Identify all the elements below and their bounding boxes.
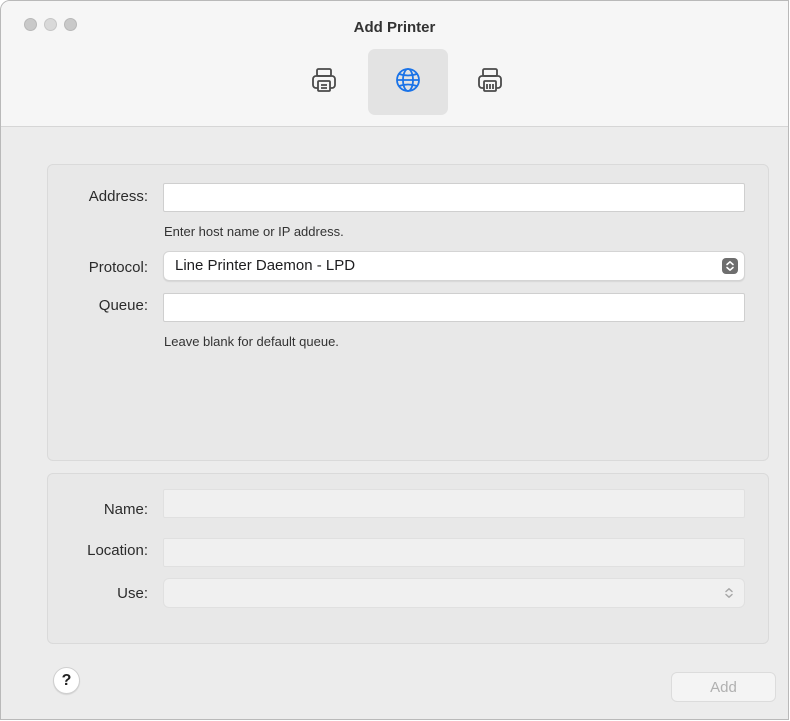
titlebar: Add Printer	[1, 1, 788, 127]
printer-icon	[309, 65, 339, 100]
protocol-select[interactable]: Line Printer Daemon - LPD	[163, 251, 745, 281]
location-input[interactable]	[163, 538, 745, 567]
address-hint: Enter host name or IP address.	[164, 224, 344, 239]
address-label: Address:	[88, 188, 148, 205]
queue-input[interactable]	[163, 293, 745, 322]
add-button[interactable]: Add	[671, 672, 776, 702]
printer-fax-icon	[475, 65, 505, 100]
toolbar-ip-printer-button[interactable]	[368, 49, 448, 115]
chevron-up-down-icon	[722, 258, 738, 274]
protocol-value: Line Printer Daemon - LPD	[175, 257, 356, 274]
queue-hint: Leave blank for default queue.	[164, 334, 339, 349]
queue-label: Queue:	[98, 297, 148, 314]
help-button[interactable]: ?	[53, 667, 80, 694]
use-select[interactable]	[163, 578, 745, 608]
window-title: Add Printer	[353, 19, 436, 36]
use-label: Use:	[117, 585, 148, 602]
location-label: Location:	[87, 542, 148, 559]
add-printer-window: Add Printer Address: Enter host name or …	[0, 0, 789, 720]
name-label: Name:	[103, 501, 148, 518]
address-input[interactable]	[163, 183, 745, 212]
protocol-label: Protocol:	[88, 259, 148, 276]
toolbar-windows-printer-button[interactable]	[450, 49, 530, 115]
toolbar-default-printer-button[interactable]	[284, 49, 364, 115]
name-input[interactable]	[163, 489, 745, 518]
globe-icon	[393, 65, 423, 100]
chevron-up-down-icon	[722, 585, 736, 601]
